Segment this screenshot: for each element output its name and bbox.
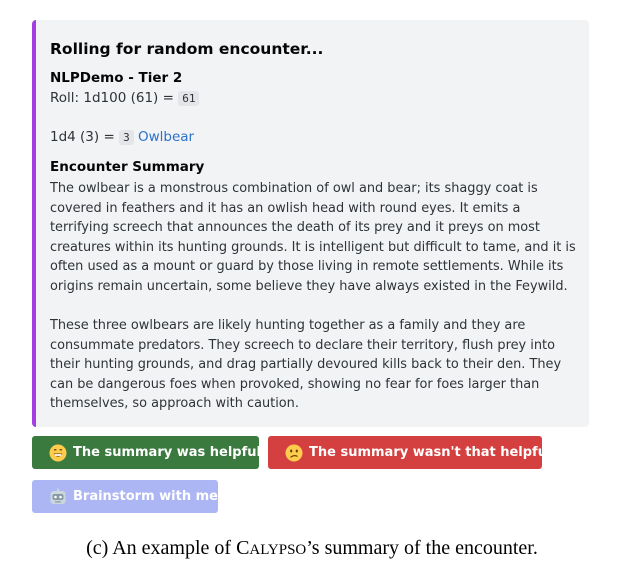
helpful-button-label: The summary was helpful! <box>73 445 267 460</box>
robot-face-icon <box>50 488 66 504</box>
helpful-button[interactable]: The summary was helpful! <box>32 436 267 469</box>
summary-paragraph: These three owlbears are likely hunting … <box>50 318 562 412</box>
caption-name-rest: ALYPSO <box>249 542 307 558</box>
figure-caption: (c) An example of CALYPSO’s summary of t… <box>0 537 624 560</box>
dice-line: 1d4 (3) = 3 Owlbear <box>50 129 194 145</box>
brainstorm-button[interactable]: Brainstorm with me <box>32 480 218 513</box>
not-helpful-button[interactable]: The summary wasn't that helpful. <box>268 436 556 469</box>
brainstorm-button-label: Brainstorm with me <box>73 489 218 504</box>
dice-text: 1d4 (3) = <box>50 129 120 145</box>
grinning-face-icon <box>49 444 67 461</box>
embed-title: Rolling for random encounter... <box>50 40 324 58</box>
caption-suffix: ’s summary of the encounter. <box>306 537 538 559</box>
encounter-table-name: NLPDemo - Tier 2 <box>50 70 183 86</box>
confused-face-icon <box>285 444 303 461</box>
roll-line: Roll: 1d100 (61) = 61 <box>50 90 200 106</box>
not-helpful-button-label: The summary wasn't that helpful. <box>309 445 557 460</box>
caption-name-initial: C <box>236 537 250 559</box>
caption-prefix: (c) An example of <box>86 537 237 559</box>
encounter-embed: Rolling for random encounter... NLPDemo … <box>32 20 589 427</box>
dice-result-code: 3 <box>119 130 134 145</box>
summary-paragraph: The owlbear is a monstrous combination o… <box>50 181 576 294</box>
summary-heading: Encounter Summary <box>50 159 205 175</box>
roll-result-code: 61 <box>178 91 200 106</box>
roll-text: Roll: 1d100 (61) = <box>50 90 179 106</box>
monster-link[interactable]: Owlbear <box>138 129 194 145</box>
